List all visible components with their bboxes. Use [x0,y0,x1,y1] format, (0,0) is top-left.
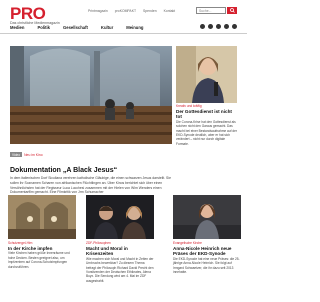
card-image[interactable] [86,195,154,239]
side-teaser: Die Corona-Krise hat den Gottesdienst al… [176,119,237,146]
side-kicker: Kreativ und kräftig [176,104,202,108]
card-teaser: Wie machen sich Moral und Macht in Zeite… [86,256,154,283]
top-links: Printmagazin proKOMPAKT Spenden Kontakt [88,9,175,13]
hero-title[interactable]: Dokumentation „A Black Jesus“ [10,167,172,175]
card-title[interactable]: Anna-Nicole Heinrich neue Präses der EKD… [173,246,241,257]
instagram-icon[interactable] [200,24,205,29]
search-icon [229,8,235,13]
hero-image[interactable] [10,46,172,144]
youtube-icon[interactable] [216,24,221,29]
social-links [200,24,237,29]
nav-item-gesellschaft[interactable]: Gesellschaft [63,25,88,30]
main-nav: Medien Politik Gesellschaft Kultur Meinu… [10,25,143,30]
facebook-icon[interactable] [208,24,213,29]
nav-item-kultur[interactable]: Kultur [101,25,113,30]
card-teaser: Die EKD-Synode hat eine neue Präses: die… [173,256,240,275]
article-card[interactable]: Schutzengel-Hirn In der Kirche impfen Vi… [8,195,76,269]
side-article[interactable]: Kreativ und kräftig Der Gottesdienst ist… [176,104,237,146]
card-title[interactable]: In der Kirche impfen [8,246,76,251]
top-link-prokompakt[interactable]: proKOMPAKT [115,9,136,13]
site-header: PRO Das christliche Medienmagazin Printm… [0,0,247,36]
article-card[interactable]: Evangelische Kirche Anna-Nicole Heinrich… [173,195,241,274]
nav-item-medien[interactable]: Medien [10,25,24,30]
top-link-kontakt[interactable]: Kontakt [164,9,176,13]
hero-kicker: Neu im Kino [24,152,43,157]
hero-article[interactable]: Video Neu im Kino Dokumentation „A Black … [10,146,172,195]
site-logo[interactable]: PRO [10,5,46,22]
top-link-printmagazin[interactable]: Printmagazin [88,9,108,13]
card-kicker: Schutzengel-Hirn [8,241,33,245]
video-badge: Video [10,152,23,158]
nav-item-politik[interactable]: Politik [37,25,50,30]
card-image[interactable] [8,195,76,239]
card-teaser: Viele Kirchen haben größe Innenräume und… [8,251,70,269]
card-image[interactable] [173,195,241,239]
search-button[interactable] [227,7,237,14]
side-title[interactable]: Der Gottesdienst ist nicht tot [176,109,237,120]
top-link-spenden[interactable]: Spenden [143,9,157,13]
card-title[interactable]: Macht und Moral in Krisenzeiten [86,246,154,257]
nav-divider [0,33,247,34]
hero-teaser: In dem italienischen Dorf Siculiana vere… [10,176,171,195]
rss-icon[interactable] [232,24,237,29]
card-kicker: Evangelische Kirche [173,241,202,245]
nav-item-meinung[interactable]: Meinung [126,25,143,30]
card-kicker: ZDF-Philosophen [86,241,111,245]
side-article-image[interactable] [176,46,237,103]
search-input[interactable]: Suche... [196,7,226,14]
twitter-icon[interactable] [224,24,229,29]
article-card[interactable]: ZDF-Philosophen Macht und Moral in Krise… [86,195,154,283]
